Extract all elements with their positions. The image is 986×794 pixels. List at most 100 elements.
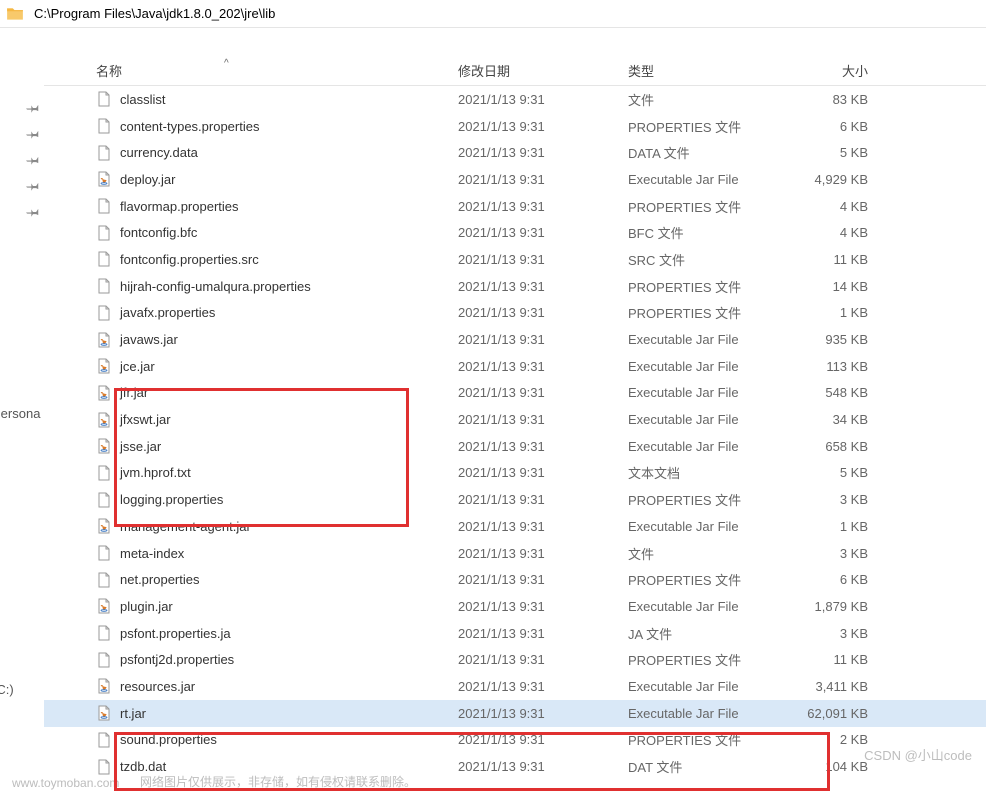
- file-date: 2021/1/13 9:31: [458, 599, 628, 614]
- jar-file-icon: [96, 598, 112, 614]
- file-row[interactable]: net.properties2021/1/13 9:31PROPERTIES 文…: [44, 566, 986, 593]
- file-row[interactable]: currency.data2021/1/13 9:31DATA 文件5 KB: [44, 139, 986, 166]
- generic-file-icon: [96, 91, 112, 107]
- file-date: 2021/1/13 9:31: [458, 706, 628, 721]
- column-header-date[interactable]: 修改日期: [458, 61, 628, 80]
- file-row[interactable]: jfxswt.jar2021/1/13 9:31Executable Jar F…: [44, 406, 986, 433]
- file-size: 34 KB: [778, 412, 868, 427]
- file-row[interactable]: psfont.properties.ja2021/1/13 9:31JA 文件3…: [44, 620, 986, 647]
- file-row[interactable]: jsse.jar2021/1/13 9:31Executable Jar Fil…: [44, 433, 986, 460]
- pin-icon[interactable]: [28, 176, 44, 196]
- pin-icon[interactable]: [28, 98, 44, 118]
- file-row[interactable]: content-types.properties2021/1/13 9:31PR…: [44, 113, 986, 140]
- file-date: 2021/1/13 9:31: [458, 439, 628, 454]
- jar-file-icon: [96, 438, 112, 454]
- column-headers[interactable]: ^ 名称 修改日期 类型 大小: [44, 56, 986, 86]
- file-row[interactable]: deploy.jar2021/1/13 9:31Executable Jar F…: [44, 166, 986, 193]
- file-size: 1,879 KB: [778, 599, 868, 614]
- file-type: JA 文件: [628, 624, 778, 643]
- file-type: 文件: [628, 90, 778, 109]
- column-header-size[interactable]: 大小: [778, 61, 868, 80]
- file-name: jfxswt.jar: [120, 412, 458, 427]
- generic-file-icon: [96, 759, 112, 775]
- file-size: 4 KB: [778, 199, 868, 214]
- file-size: 62,091 KB: [778, 706, 868, 721]
- file-size: 1 KB: [778, 519, 868, 534]
- file-date: 2021/1/13 9:31: [458, 359, 628, 374]
- file-date: 2021/1/13 9:31: [458, 412, 628, 427]
- file-row[interactable]: psfontj2d.properties2021/1/13 9:31PROPER…: [44, 646, 986, 673]
- file-date: 2021/1/13 9:31: [458, 572, 628, 587]
- file-type: 文件: [628, 544, 778, 563]
- file-type: PROPERTIES 文件: [628, 277, 778, 296]
- file-name: net.properties: [120, 572, 458, 587]
- file-date: 2021/1/13 9:31: [458, 145, 628, 160]
- file-row[interactable]: management-agent.jar2021/1/13 9:31Execut…: [44, 513, 986, 540]
- generic-file-icon: [96, 278, 112, 294]
- file-date: 2021/1/13 9:31: [458, 465, 628, 480]
- pin-icon[interactable]: [28, 202, 44, 222]
- file-type: Executable Jar File: [628, 172, 778, 187]
- file-type: PROPERTIES 文件: [628, 117, 778, 136]
- file-type: PROPERTIES 文件: [628, 730, 778, 749]
- pin-icon[interactable]: [28, 150, 44, 170]
- sidebar-label-drive-c[interactable]: (C:): [0, 682, 14, 697]
- generic-file-icon: [96, 492, 112, 508]
- file-row[interactable]: classlist2021/1/13 9:31文件83 KB: [44, 86, 986, 113]
- file-size: 6 KB: [778, 119, 868, 134]
- file-row[interactable]: javaws.jar2021/1/13 9:31Executable Jar F…: [44, 326, 986, 353]
- file-name: fontconfig.bfc: [120, 225, 458, 240]
- file-size: 4 KB: [778, 225, 868, 240]
- address-input[interactable]: [30, 4, 982, 23]
- file-type: Executable Jar File: [628, 519, 778, 534]
- file-row[interactable]: flavormap.properties2021/1/13 9:31PROPER…: [44, 193, 986, 220]
- file-row[interactable]: resources.jar2021/1/13 9:31Executable Ja…: [44, 673, 986, 700]
- file-size: 5 KB: [778, 465, 868, 480]
- file-type: Executable Jar File: [628, 359, 778, 374]
- address-bar[interactable]: [0, 0, 986, 28]
- file-date: 2021/1/13 9:31: [458, 199, 628, 214]
- file-row[interactable]: fontconfig.properties.src2021/1/13 9:31S…: [44, 246, 986, 273]
- file-date: 2021/1/13 9:31: [458, 332, 628, 347]
- file-row[interactable]: fontconfig.bfc2021/1/13 9:31BFC 文件4 KB: [44, 219, 986, 246]
- watermark-note: 网络图片仅供展示，非存储，如有侵权请联系删除。: [140, 773, 416, 790]
- file-type: DAT 文件: [628, 757, 778, 776]
- file-name: deploy.jar: [120, 172, 458, 187]
- folder-icon: [6, 5, 24, 23]
- file-name: jfr.jar: [120, 385, 458, 400]
- file-size: 3,411 KB: [778, 679, 868, 694]
- column-header-type[interactable]: 类型: [628, 61, 778, 80]
- file-name: psfontj2d.properties: [120, 652, 458, 667]
- file-date: 2021/1/13 9:31: [458, 385, 628, 400]
- file-row[interactable]: jvm.hprof.txt2021/1/13 9:31文本文档5 KB: [44, 460, 986, 487]
- file-name: currency.data: [120, 145, 458, 160]
- file-row[interactable]: rt.jar2021/1/13 9:31Executable Jar File6…: [44, 700, 986, 727]
- pin-icon[interactable]: [28, 124, 44, 144]
- file-name: javafx.properties: [120, 305, 458, 320]
- sidebar-label-persona[interactable]: Persona: [0, 406, 40, 421]
- file-date: 2021/1/13 9:31: [458, 172, 628, 187]
- file-type: Executable Jar File: [628, 706, 778, 721]
- sort-indicator-icon: ^: [224, 58, 229, 69]
- file-size: 11 KB: [778, 252, 868, 267]
- jar-file-icon: [96, 171, 112, 187]
- generic-file-icon: [96, 732, 112, 748]
- file-size: 1 KB: [778, 305, 868, 320]
- file-row[interactable]: logging.properties2021/1/13 9:31PROPERTI…: [44, 486, 986, 513]
- file-row[interactable]: meta-index2021/1/13 9:31文件3 KB: [44, 540, 986, 567]
- file-row[interactable]: jce.jar2021/1/13 9:31Executable Jar File…: [44, 353, 986, 380]
- file-row[interactable]: plugin.jar2021/1/13 9:31Executable Jar F…: [44, 593, 986, 620]
- file-name: jvm.hprof.txt: [120, 465, 458, 480]
- jar-file-icon: [96, 678, 112, 694]
- generic-file-icon: [96, 145, 112, 161]
- file-date: 2021/1/13 9:31: [458, 679, 628, 694]
- file-type: 文本文档: [628, 463, 778, 482]
- file-row[interactable]: jfr.jar2021/1/13 9:31Executable Jar File…: [44, 380, 986, 407]
- file-type: Executable Jar File: [628, 679, 778, 694]
- file-date: 2021/1/13 9:31: [458, 279, 628, 294]
- file-row[interactable]: javafx.properties2021/1/13 9:31PROPERTIE…: [44, 300, 986, 327]
- column-header-name[interactable]: 名称: [96, 61, 458, 80]
- file-name: resources.jar: [120, 679, 458, 694]
- file-row[interactable]: sound.properties2021/1/13 9:31PROPERTIES…: [44, 727, 986, 754]
- file-row[interactable]: hijrah-config-umalqura.properties2021/1/…: [44, 273, 986, 300]
